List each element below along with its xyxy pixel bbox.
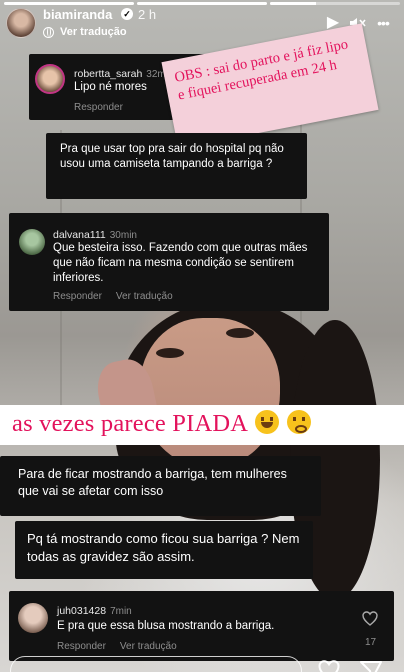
comment-time: 30min — [109, 230, 137, 241]
translate-label: Ver tradução — [60, 26, 127, 38]
comment-username[interactable]: dalvana111 — [53, 229, 106, 241]
comment-text: Para de ficar mostrando a barriga, tem m… — [18, 467, 287, 498]
comment-text: Pq tá mostrando como ficou sua barriga ?… — [27, 531, 300, 564]
more-icon[interactable]: ••• — [374, 14, 392, 32]
story-footer — [0, 652, 404, 672]
comment-card: Pq tá mostrando como ficou sua barriga ?… — [15, 521, 313, 579]
comment-text: Que besteira isso. Fazendo com que outra… — [53, 242, 308, 284]
avatar[interactable] — [18, 603, 48, 633]
translate-button[interactable]: Ver tradução — [116, 291, 173, 302]
face — [140, 318, 280, 468]
avatar[interactable] — [35, 64, 65, 94]
heart-icon[interactable] — [362, 611, 378, 631]
heart-icon[interactable] — [318, 660, 340, 672]
avatar[interactable] — [6, 8, 36, 38]
laughing-emoji — [255, 410, 280, 434]
comment-time: 7min — [110, 606, 132, 617]
globe-icon — [43, 26, 54, 38]
comment-text: Pra que usar top pra sair do hospital pq… — [60, 143, 284, 170]
comment-text: E pra que essa blusa mostrando a barriga… — [57, 620, 275, 632]
reply-button[interactable]: Responder — [74, 102, 123, 113]
neutral-emoji — [287, 410, 312, 434]
avatar[interactable] — [19, 229, 45, 255]
banner-text: as vezes parece PIADA — [12, 410, 247, 437]
comment-card: juh031428 7min E pra que essa blusa mostr… — [9, 591, 394, 661]
comment-username[interactable]: juh031428 — [57, 605, 106, 617]
comment-username[interactable]: robertta_sarah — [74, 68, 142, 80]
post-time: 2 h — [138, 7, 157, 22]
translate-button[interactable]: Ver tradução — [43, 26, 127, 38]
comment-card: dalvana111 30min Que besteira isso. Fazen… — [9, 213, 329, 311]
share-icon[interactable] — [360, 660, 382, 672]
reply-button[interactable]: Responder — [53, 291, 102, 302]
like-count: 17 — [365, 637, 377, 648]
reply-button[interactable]: Responder — [57, 641, 106, 652]
translate-button[interactable]: Ver tradução — [120, 641, 177, 652]
reply-input[interactable] — [10, 656, 302, 672]
username[interactable]: biamiranda — [43, 7, 112, 22]
eye — [226, 328, 254, 338]
eye — [156, 348, 184, 358]
sticker-banner: as vezes parece PIADA — [0, 405, 404, 445]
comment-card: Pra que usar top pra sair do hospital pq… — [46, 133, 307, 199]
comment-card: Para de ficar mostrando a barriga, tem m… — [0, 456, 321, 516]
comment-text: Lipo né mores — [74, 81, 147, 93]
verified-icon: ✓ — [121, 8, 133, 20]
